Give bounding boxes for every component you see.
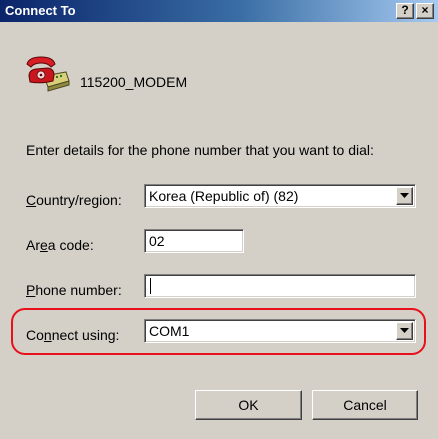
area-label-text: a code:: [47, 237, 94, 253]
phone-label-accelerator: P: [26, 282, 36, 298]
instructions-text: Enter details for the phone number that …: [26, 142, 374, 158]
window-title: Connect To: [5, 3, 76, 18]
close-button[interactable]: ×: [416, 3, 434, 19]
country-label-accelerator: C: [26, 192, 37, 208]
help-button[interactable]: ?: [396, 3, 414, 19]
connect-using-value: COM1: [149, 323, 190, 339]
cancel-button[interactable]: Cancel: [312, 390, 418, 420]
country-region-label: Country/region:: [26, 192, 122, 208]
chevron-down-icon: [400, 328, 409, 333]
area-code-value: 02: [149, 233, 165, 249]
phone-number-label: Phone number:: [26, 282, 122, 298]
text-cursor: [150, 278, 151, 294]
country-region-select[interactable]: Korea (Republic of) (82): [144, 184, 416, 208]
country-region-value: Korea (Republic of) (82): [149, 188, 299, 204]
connect-label-text: nect using:: [51, 327, 120, 343]
country-label-text: ountry/region:: [36, 192, 122, 208]
area-label-accelerator: e: [40, 237, 48, 253]
country-dropdown-button[interactable]: [396, 187, 413, 205]
connect-dropdown-button[interactable]: [396, 322, 413, 340]
area-code-input[interactable]: 02: [144, 229, 244, 253]
phone-modem-icon: [26, 56, 70, 92]
chevron-down-icon: [400, 193, 409, 198]
connect-using-select[interactable]: COM1: [144, 319, 416, 343]
phone-number-input[interactable]: [144, 274, 416, 298]
modem-name: 115200_MODEM: [80, 74, 188, 90]
area-label-prefix: Ar: [26, 237, 40, 253]
connect-label-accelerator: n: [43, 327, 52, 343]
connect-to-dialog: Connect To ? × 115200_MODEM Enter detail…: [0, 0, 438, 439]
connect-using-label: Connect using:: [26, 327, 119, 343]
connect-label-prefix: Co: [26, 327, 44, 343]
ok-button[interactable]: OK: [195, 390, 302, 420]
title-bar[interactable]: Connect To ? ×: [0, 0, 438, 22]
phone-label-text: hone number:: [35, 282, 122, 298]
area-code-label: Area code:: [26, 237, 94, 253]
